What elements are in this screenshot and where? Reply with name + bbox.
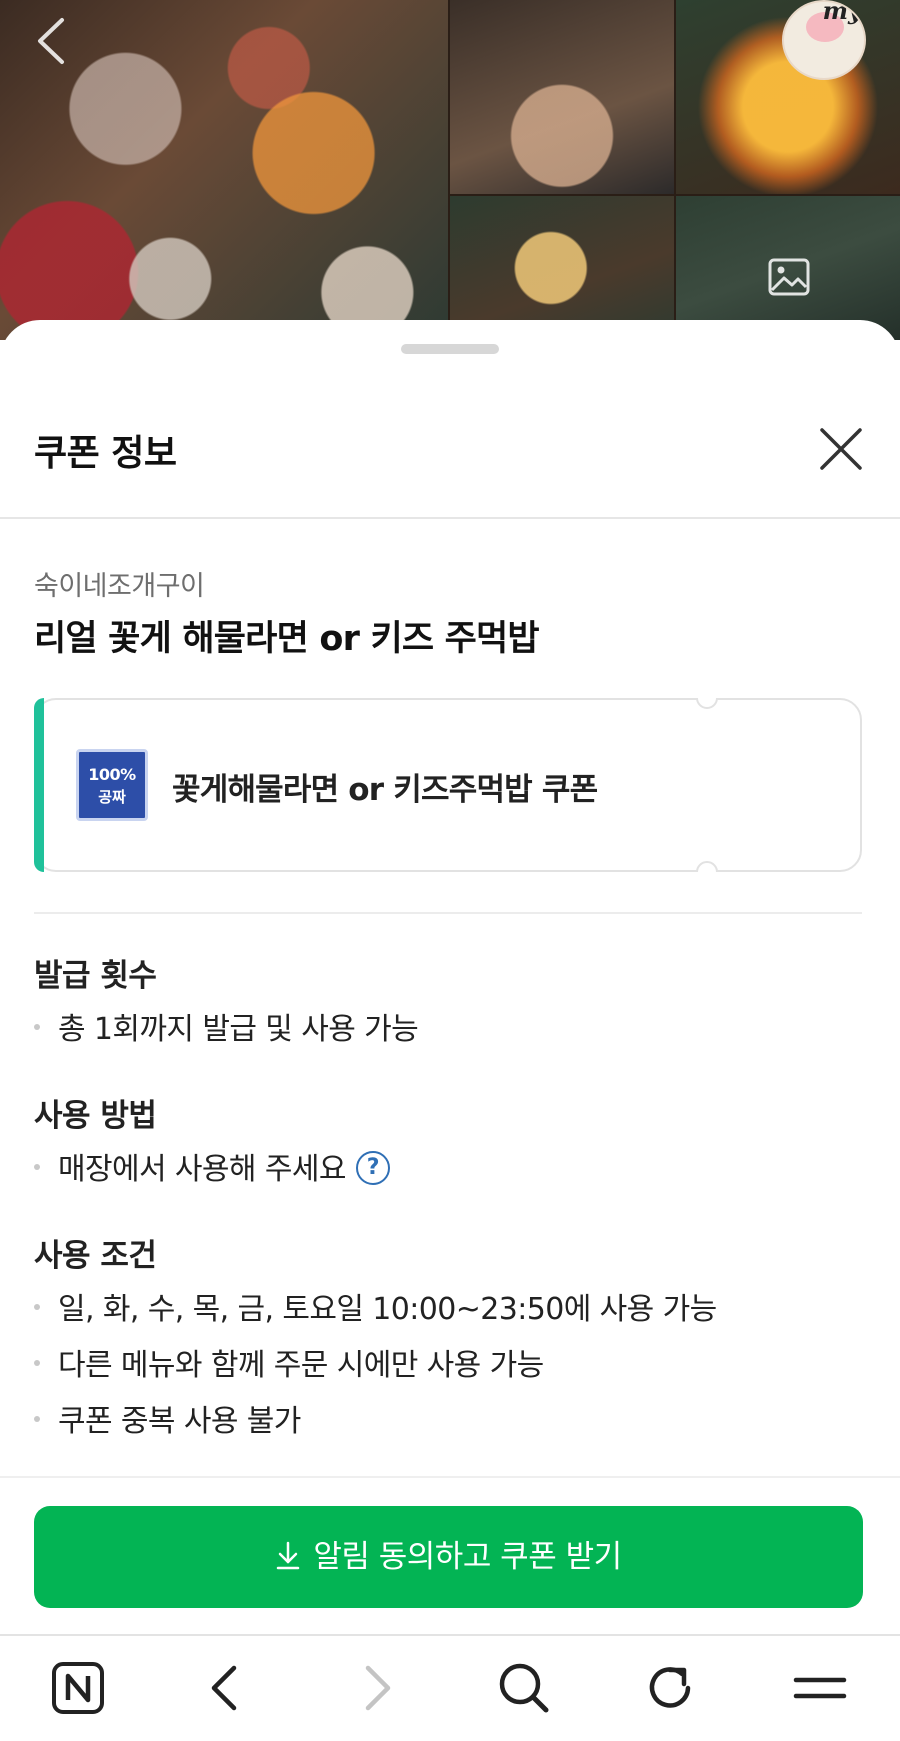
back-icon[interactable] bbox=[196, 1658, 256, 1718]
photo-thumb-3[interactable] bbox=[450, 196, 674, 340]
close-icon[interactable] bbox=[818, 426, 864, 472]
bullet-dot bbox=[34, 1359, 40, 1366]
coupon-notch-bottom bbox=[696, 861, 718, 872]
help-icon[interactable]: ? bbox=[355, 1150, 390, 1185]
condition-text-hours: 일, 화, 수, 목, 금, 토요일 10:00~23:50에 사용 가능 bbox=[58, 1292, 717, 1327]
back-arrow-icon[interactable] bbox=[30, 14, 74, 68]
sheet-grab-handle[interactable] bbox=[401, 344, 499, 354]
condition-item: 다른 메뉴와 함께 주문 시에만 사용 가능 bbox=[34, 1340, 544, 1384]
usage-method-heading: 사용 방법 bbox=[34, 1098, 157, 1134]
offer-title: 리얼 꽃게 해물라면 or 키즈 주먹밥 bbox=[34, 619, 540, 659]
coupon-accent-bar bbox=[34, 698, 44, 872]
usage-method-item: 매장에서 사용해 주세요? bbox=[34, 1144, 390, 1188]
condition-text-with-menu: 다른 메뉴와 함께 주문 시에만 사용 가능 bbox=[58, 1348, 544, 1383]
issue-count-text: 총 1회까지 발급 및 사용 가능 bbox=[58, 1012, 419, 1047]
photo-thumb-1[interactable] bbox=[450, 0, 674, 194]
forward-icon[interactable] bbox=[346, 1658, 406, 1718]
coupon-bottom-sheet: 쿠폰 정보 숙이네조개구이 리얼 꽃게 해물라면 or 키즈 주먹밥 100% … bbox=[0, 320, 900, 1741]
store-name: 숙이네조개구이 bbox=[34, 571, 205, 602]
menu-icon[interactable] bbox=[790, 1658, 850, 1718]
usage-conditions-heading: 사용 조건 bbox=[34, 1238, 157, 1274]
store-logo-sticker: my bbox=[782, 0, 866, 80]
sheet-title: 쿠폰 정보 bbox=[34, 433, 177, 474]
search-icon[interactable] bbox=[494, 1658, 554, 1718]
usage-method-text: 매장에서 사용해 주세요 bbox=[58, 1152, 346, 1187]
free-badge-icon: 100% 공짜 bbox=[76, 749, 148, 821]
coupon-notch-top bbox=[696, 698, 718, 709]
issue-count-heading: 발급 횟수 bbox=[34, 958, 157, 994]
badge-free: 공짜 bbox=[98, 788, 126, 806]
photo-gallery[interactable]: my bbox=[0, 0, 900, 340]
condition-item: 쿠폰 중복 사용 불가 bbox=[34, 1396, 301, 1440]
bullet-dot bbox=[34, 1023, 40, 1030]
header-divider bbox=[0, 517, 900, 519]
gallery-icon[interactable] bbox=[768, 258, 810, 296]
sticker-text: my bbox=[822, 0, 862, 25]
issue-count-item: 총 1회까지 발급 및 사용 가능 bbox=[34, 1004, 419, 1048]
badge-percent: 100% bbox=[88, 765, 136, 784]
bullet-dot bbox=[34, 1303, 40, 1310]
download-icon bbox=[277, 1541, 300, 1569]
footer-divider bbox=[0, 1476, 900, 1478]
naver-home-icon[interactable] bbox=[48, 1658, 108, 1718]
condition-item: 일, 화, 수, 목, 금, 토요일 10:00~23:50에 사용 가능 bbox=[34, 1284, 717, 1328]
get-coupon-button[interactable]: 알림 동의하고 쿠폰 받기 bbox=[34, 1506, 863, 1608]
section-divider bbox=[34, 912, 862, 914]
coupon-card: 100% 공짜 꽃게해물라면 or 키즈주먹밥 쿠폰 bbox=[34, 698, 862, 872]
bullet-dot bbox=[34, 1163, 40, 1170]
get-coupon-label: 알림 동의하고 쿠폰 받기 bbox=[313, 1539, 622, 1575]
browser-toolbar bbox=[0, 1636, 900, 1741]
condition-text-no-duplicate: 쿠폰 중복 사용 불가 bbox=[58, 1404, 301, 1439]
refresh-icon[interactable] bbox=[640, 1658, 700, 1718]
coupon-name: 꽃게해물라면 or 키즈주먹밥 쿠폰 bbox=[172, 772, 598, 808]
bullet-dot bbox=[34, 1415, 40, 1422]
